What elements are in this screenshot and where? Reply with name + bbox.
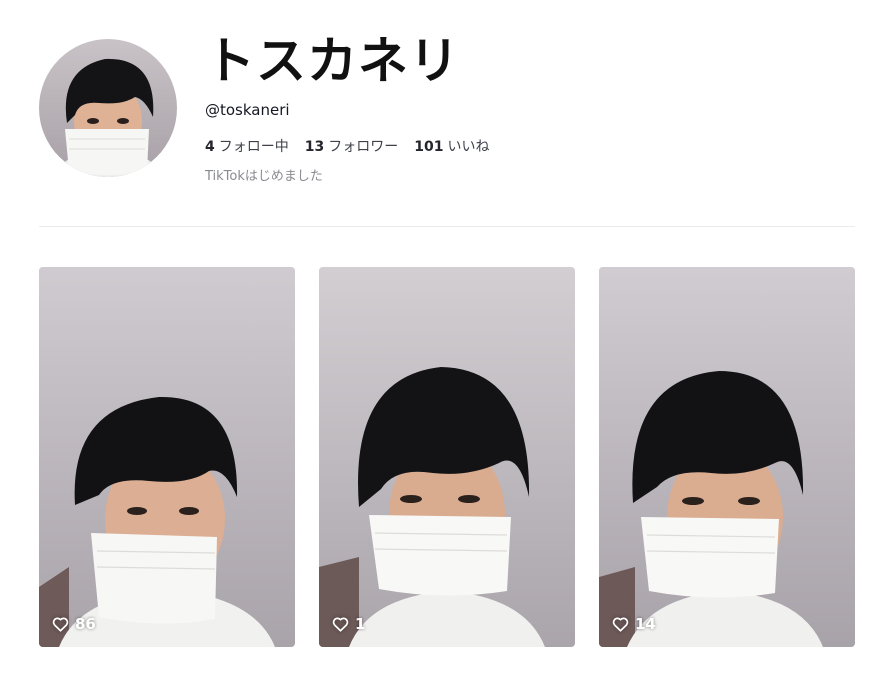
likes-count: 101 <box>414 139 444 155</box>
avatar[interactable] <box>39 39 177 177</box>
profile-bio: TikTokはじめました <box>205 169 323 184</box>
heart-outline-icon <box>332 617 349 632</box>
video-likes: 86 <box>52 615 96 633</box>
followers-stat[interactable]: 13 フォロワー <box>305 137 398 157</box>
heart-outline-icon <box>52 617 69 632</box>
likes-label: いいね <box>447 139 490 155</box>
video-likes-count: 1 <box>355 615 366 633</box>
video-grid: 86 1 14 <box>39 267 855 647</box>
likes-stat: 101 いいね <box>414 137 489 157</box>
video-likes-count: 14 <box>635 615 656 633</box>
divider <box>39 226 855 227</box>
video-card[interactable]: 14 <box>599 267 855 647</box>
video-likes: 14 <box>612 615 656 633</box>
video-likes: 1 <box>332 615 365 633</box>
profile-handle: @toskaneri <box>205 101 290 119</box>
following-stat[interactable]: 4 フォロー中 <box>205 137 289 157</box>
video-card[interactable]: 86 <box>39 267 295 647</box>
video-thumbnail <box>599 267 855 647</box>
heart-outline-icon <box>612 617 629 632</box>
following-label: フォロー中 <box>218 139 289 155</box>
profile-display-name: トスカネリ <box>205 32 460 90</box>
video-likes-count: 86 <box>75 615 96 633</box>
profile-stats: 4 フォロー中 13 フォロワー 101 いいね <box>205 137 489 157</box>
following-count: 4 <box>205 139 215 155</box>
video-thumbnail <box>319 267 575 647</box>
video-card[interactable]: 1 <box>319 267 575 647</box>
followers-label: フォロワー <box>328 139 399 155</box>
followers-count: 13 <box>304 139 325 155</box>
profile-page: トスカネリ @toskaneri 4 フォロー中 13 フォロワー 101 いいね T… <box>0 0 885 689</box>
video-thumbnail <box>39 267 295 647</box>
avatar-photo-icon <box>39 39 177 177</box>
